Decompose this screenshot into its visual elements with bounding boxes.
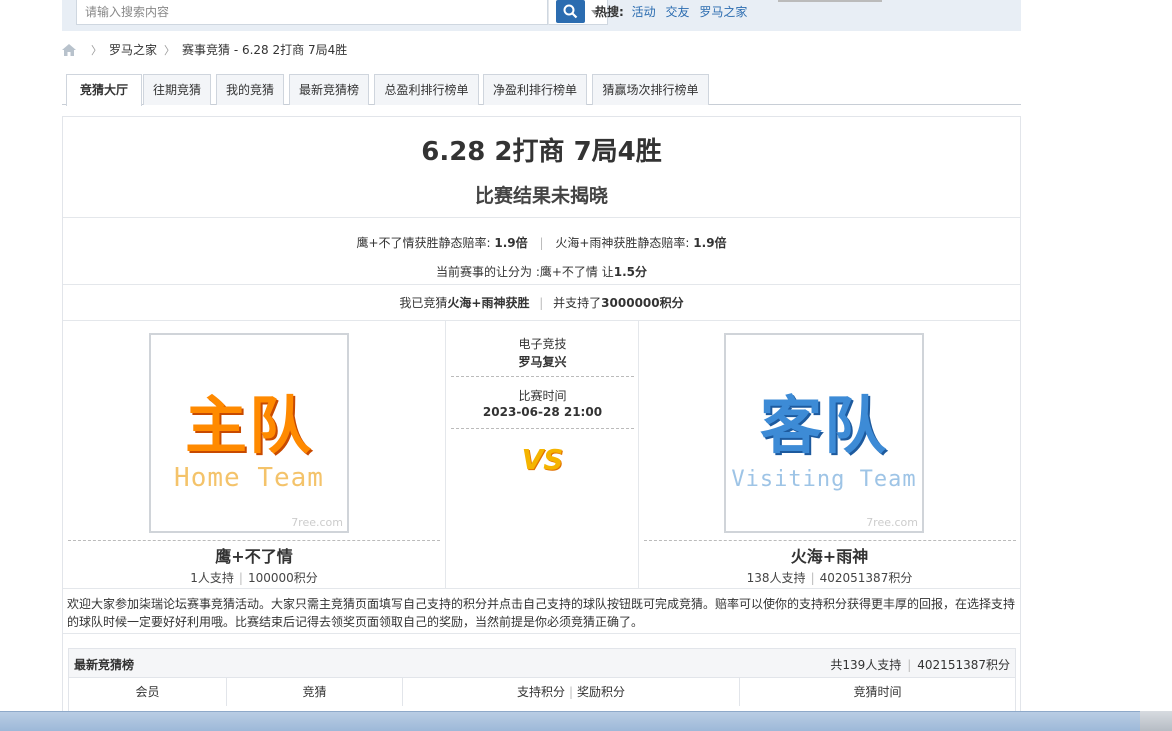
my-bet-line: 我已竞猜火海+雨神获胜 | 并支持了3000000积分 (63, 294, 1020, 311)
my-bet-mid: 并支持了 (553, 296, 602, 310)
divider (63, 217, 1020, 218)
column-header-points: 支持积分 | 奖励积分 (403, 678, 740, 706)
dashed-divider (644, 540, 1016, 541)
home-odds-value: 1.9倍 (494, 236, 528, 250)
away-odds-label: 火海+雨神获胜静态赔率: (555, 236, 690, 250)
my-bet-points: 3000000积分 (601, 296, 684, 310)
hot-search: 热搜: 活动 交友 罗马之家 (595, 3, 753, 20)
hot-link-dating[interactable]: 交友 (665, 5, 689, 19)
away-team-name[interactable]: 火海+雨神 (639, 543, 1020, 567)
notice-text: 欢迎大家参加柒瑞论坛赛事竞猜活动。大家只需主竞猜页面填写自己支持的积分并点击自己… (67, 597, 1016, 629)
dashed-divider (451, 428, 634, 429)
board-header: 最新竞猜榜 共139人支持 | 402151387积分 (69, 649, 1015, 678)
away-points: 402051387积分 (819, 571, 913, 585)
away-odds-value: 1.9倍 (693, 236, 727, 250)
board-total-points: 402151387积分 (917, 658, 1010, 672)
home-team-image-cn: 主队 (184, 389, 313, 462)
my-bet-team: 火海+雨神获胜 (447, 296, 530, 310)
taskbar (0, 711, 1172, 731)
search-box (76, 0, 548, 25)
home-points: 100000积分 (247, 571, 318, 585)
breadcrumb-current: 赛事竞猜 - 6.28 2打商 7局4胜 (182, 43, 348, 57)
search-input[interactable] (77, 0, 547, 24)
tab-betting-hall[interactable]: 竞猜大厅 (66, 74, 142, 106)
home-odds-label: 鹰+不了情获胜静态赔率: (356, 236, 491, 250)
top-divider (778, 0, 882, 2)
tab-total-profit-rank[interactable]: 总盈利排行榜单 (374, 74, 479, 105)
home-team-image[interactable]: 主队 Home Team 7ree.com (149, 333, 349, 533)
top-search-bar: 帖子 热搜: 活动 交友 罗马之家 (62, 0, 1021, 31)
breadcrumb: 〉 罗马之家 〉 赛事竞猜 - 6.28 2打商 7局4胜 (62, 41, 347, 58)
match-time-value: 2023-06-28 21:00 (482, 405, 603, 419)
handicap-value: 1.5分 (613, 265, 647, 279)
tab-past-bets[interactable]: 往期竞猜 (143, 74, 211, 105)
hot-link-roma-home[interactable]: 罗马之家 (699, 5, 747, 19)
column-header-support-points: 支持积分 (516, 685, 565, 699)
column-header-bet-time: 竞猜时间 (853, 685, 902, 699)
handicap-label: 当前赛事的让分为 :鹰+不了情 让 (436, 265, 614, 279)
column-header-bet: 竞猜 (227, 678, 403, 706)
tab-latest-board[interactable]: 最新竞猜榜 (289, 74, 369, 105)
category-value: 罗马复兴 (518, 355, 567, 369)
away-team-column: 客队 Visiting Team 7ree.com 火海+雨神 138人支持 | 4… (639, 320, 1020, 588)
away-team-image-cn: 客队 (759, 389, 888, 462)
tab-net-profit-rank[interactable]: 净盈利排行榜单 (483, 74, 587, 105)
match-status: 比赛结果未揭晓 (474, 185, 608, 207)
separator: | (568, 685, 574, 699)
separator: | (907, 658, 912, 672)
separator: | (539, 296, 544, 310)
watermark: 7ree.com (291, 516, 343, 529)
my-bet-prefix: 我已竞猜 (399, 296, 448, 310)
search-icon (563, 4, 578, 19)
match-panel: 6.28 2打商 7局4胜 比赛结果未揭晓 鹰+不了情获胜静态赔率: 1.9倍 … (62, 116, 1021, 718)
home-team-stats: 1人支持 | 100000积分 (63, 569, 445, 586)
tab-wins-rank[interactable]: 猜赢场次排行榜单 (592, 74, 709, 105)
watermark: 7ree.com (866, 516, 918, 529)
board-summary: 共139人支持 | 402151387积分 (830, 656, 1010, 673)
column-header-reward-points: 奖励积分 (577, 685, 626, 699)
divider (63, 633, 1020, 634)
hot-search-label: 热搜: (595, 5, 624, 19)
divider (63, 588, 1020, 589)
dashed-divider (451, 376, 634, 377)
divider (63, 284, 1020, 285)
away-team-image-en: Visiting Team (731, 467, 917, 492)
home-team-column: 主队 Home Team 7ree.com 鹰+不了情 1人支持 | 100000积… (63, 320, 446, 588)
hot-link-activity[interactable]: 活动 (632, 5, 656, 19)
tab-my-bets[interactable]: 我的竞猜 (216, 74, 284, 105)
match-title: 6.28 2打商 7局4胜 (421, 137, 662, 167)
breadcrumb-separator: 〉 (164, 43, 176, 57)
taskbar-corner (1140, 711, 1172, 731)
separator: | (539, 236, 544, 250)
vs-badge: VS (521, 443, 564, 476)
home-team-name[interactable]: 鹰+不了情 (63, 543, 445, 567)
match-info-column: 电子竞技 罗马复兴 比赛时间 2023-06-28 21:00 VS (446, 320, 639, 588)
latest-bets-board: 最新竞猜榜 共139人支持 | 402151387积分 会员 竞猜 支持积分 | 奖励积… (68, 648, 1016, 718)
board-total-supporters: 共139人支持 (830, 658, 902, 672)
odds-line: 鹰+不了情获胜静态赔率: 1.9倍 | 火海+雨神获胜静态赔率: 1.9倍 (63, 234, 1020, 251)
breadcrumb-separator: 〉 (91, 43, 102, 57)
column-header-member: 会员 (69, 678, 227, 706)
away-team-image[interactable]: 客队 Visiting Team 7ree.com (724, 333, 924, 533)
tab-bar: 竞猜大厅 往期竞猜 我的竞猜 最新竞猜榜 总盈利排行榜单 净盈利排行榜单 猜赢场… (62, 74, 1021, 106)
home-team-image-en: Home Team (174, 463, 324, 493)
home-icon[interactable] (62, 43, 76, 56)
dashed-divider (68, 540, 440, 541)
teams-section: 主队 Home Team 7ree.com 鹰+不了情 1人支持 | 100000积… (63, 320, 1020, 588)
away-team-stats: 138人支持 | 402051387积分 (639, 569, 1020, 586)
away-supporters: 138人支持 (746, 571, 806, 585)
handicap-line: 当前赛事的让分为 :鹰+不了情 让1.5分 (63, 263, 1020, 280)
search-button[interactable] (556, 0, 585, 23)
separator: | (238, 571, 243, 585)
home-supporters: 1人支持 (190, 571, 234, 585)
breadcrumb-link-roma-home[interactable]: 罗马之家 (109, 41, 157, 58)
category-label: 电子竞技 (518, 337, 567, 351)
separator: | (810, 571, 815, 585)
match-time-label: 比赛时间 (518, 389, 567, 403)
board-title: 最新竞猜榜 (74, 658, 135, 672)
